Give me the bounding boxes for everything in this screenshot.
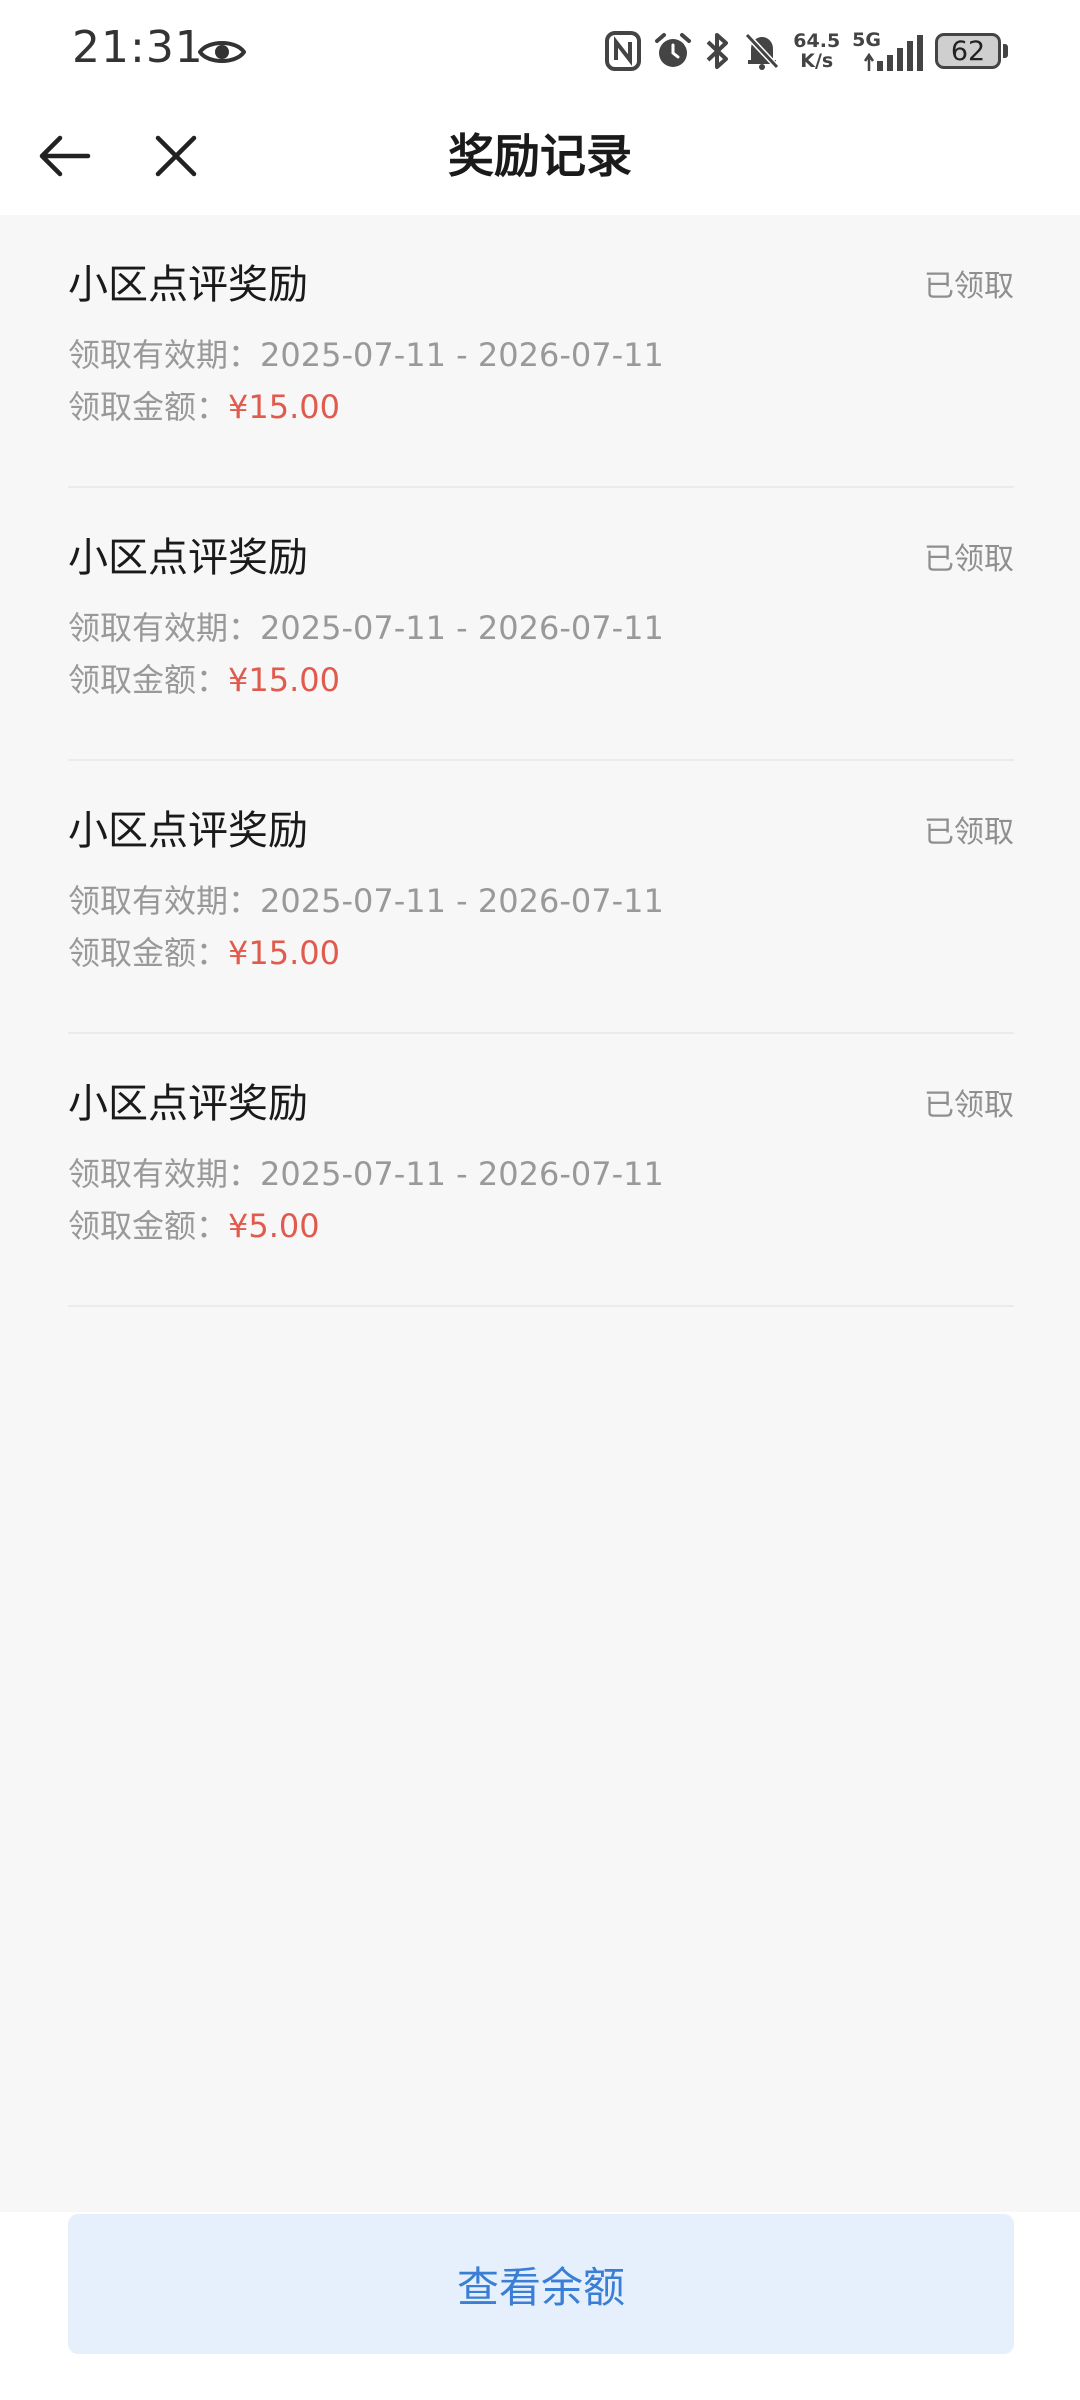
reward-period-row: 领取有效期：2025-07-11 - 2026-07-11: [68, 333, 664, 377]
battery-tip: [1003, 44, 1008, 58]
reward-period-label: 领取有效期：: [68, 609, 261, 647]
reward-period-label: 领取有效期：: [68, 1155, 261, 1193]
list-item[interactable]: 小区点评奖励 已领取 领取有效期：2025-07-11 - 2026-07-11…: [68, 761, 1014, 1034]
header: 奖励记录: [0, 100, 1080, 215]
net-speed: 64.5 K/s: [793, 31, 840, 71]
network-type: 5G: [852, 29, 881, 51]
reward-status: 已领取: [924, 269, 1014, 304]
battery-icon: 62: [935, 33, 1008, 69]
view-balance-button[interactable]: 查看余额: [68, 2214, 1014, 2354]
reward-amount-label: 领取金额：: [68, 934, 229, 972]
reward-amount-label: 领取金额：: [68, 388, 229, 426]
net-speed-unit: K/s: [800, 50, 834, 72]
reward-period-label: 领取有效期：: [68, 336, 261, 374]
signal-group: 5G: [852, 29, 923, 73]
reward-title: 小区点评奖励: [68, 808, 308, 854]
status-time: 21:31: [72, 22, 204, 73]
reward-amount-row: 领取金额：¥5.00: [68, 1204, 320, 1248]
page-title: 奖励记录: [448, 129, 632, 183]
status-icons: 64.5 K/s 5G 62: [605, 28, 1008, 74]
reward-period-label: 领取有效期：: [68, 882, 261, 920]
reward-period-row: 领取有效期：2025-07-11 - 2026-07-11: [68, 1152, 664, 1196]
reward-period-row: 领取有效期：2025-07-11 - 2026-07-11: [68, 606, 664, 650]
list-item[interactable]: 小区点评奖励 已领取 领取有效期：2025-07-11 - 2026-07-11…: [68, 215, 1014, 488]
bluetooth-icon: [705, 31, 731, 71]
list-item[interactable]: 小区点评奖励 已领取 领取有效期：2025-07-11 - 2026-07-11…: [68, 488, 1014, 761]
reward-amount-label: 领取金额：: [68, 661, 229, 699]
reward-amount: ¥15.00: [228, 934, 340, 972]
reward-amount: ¥15.00: [228, 661, 340, 699]
reward-status: 已领取: [924, 815, 1014, 850]
reward-list: 小区点评奖励 已领取 领取有效期：2025-07-11 - 2026-07-11…: [68, 215, 1014, 1307]
reward-amount-row: 领取金额：¥15.00: [68, 658, 340, 702]
reward-amount-row: 领取金额：¥15.00: [68, 385, 340, 429]
reward-period-row: 领取有效期：2025-07-11 - 2026-07-11: [68, 879, 664, 923]
reward-period: 2025-07-11 - 2026-07-11: [260, 609, 664, 647]
reward-period: 2025-07-11 - 2026-07-11: [260, 882, 664, 920]
nfc-icon: [605, 31, 642, 71]
reward-title: 小区点评奖励: [68, 535, 308, 581]
reward-period: 2025-07-11 - 2026-07-11: [260, 1155, 664, 1193]
bell-off-icon: [743, 31, 781, 71]
reward-status: 已领取: [924, 1088, 1014, 1123]
alarm-icon: [653, 31, 693, 71]
reward-title: 小区点评奖励: [68, 1081, 308, 1127]
reward-amount: ¥15.00: [228, 388, 340, 426]
reward-title: 小区点评奖励: [68, 262, 308, 308]
reward-amount-row: 领取金额：¥15.00: [68, 931, 340, 975]
bottom-bar: 查看余额: [0, 2212, 1080, 2400]
reward-status: 已领取: [924, 542, 1014, 577]
reward-period: 2025-07-11 - 2026-07-11: [260, 336, 664, 374]
eye-icon: [197, 36, 247, 72]
net-speed-value: 64.5: [793, 30, 841, 52]
reward-amount-label: 领取金额：: [68, 1207, 229, 1245]
reward-amount: ¥5.00: [228, 1207, 320, 1245]
list-item[interactable]: 小区点评奖励 已领取 领取有效期：2025-07-11 - 2026-07-11…: [68, 1034, 1014, 1307]
status-bar: 21:31 64.5 K/s 5G 62: [0, 0, 1080, 100]
battery-level: 62: [935, 33, 1001, 69]
